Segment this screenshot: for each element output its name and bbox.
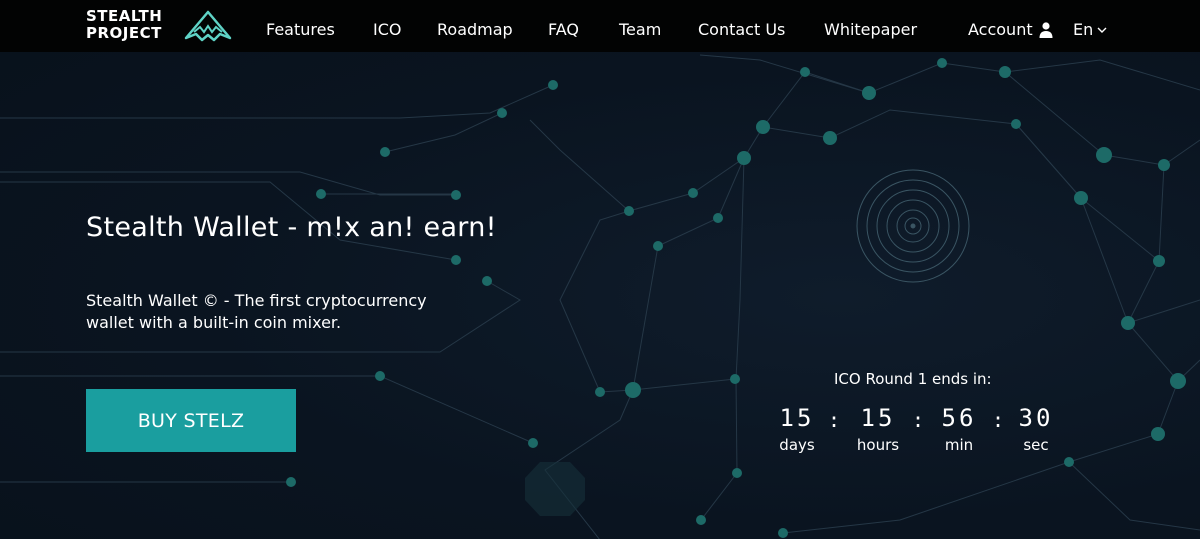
radar-target-icon	[856, 169, 970, 283]
countdown-minutes-unit: min	[944, 436, 974, 454]
user-icon	[1039, 21, 1053, 38]
hero-section: STEALTH PROJECT Features ICO Roadmap FAQ…	[0, 0, 1200, 539]
countdown-seconds: 30 sec	[1006, 404, 1066, 454]
brand-logo[interactable]: STEALTH PROJECT	[86, 8, 236, 44]
account-link[interactable]: Account	[968, 20, 1053, 39]
top-navigation-bar: STEALTH PROJECT Features ICO Roadmap FAQ…	[0, 0, 1200, 52]
hexagon-shape	[525, 462, 585, 516]
countdown-label: ICO Round 1 ends in:	[834, 370, 992, 388]
chevron-down-icon	[1097, 27, 1107, 33]
countdown-minutes: 56 min	[929, 404, 989, 454]
hero-description: Stealth Wallet © - The first cryptocurre…	[86, 291, 427, 332]
countdown-days-unit: days	[779, 436, 815, 454]
countdown-seconds-unit: sec	[1023, 436, 1049, 454]
language-selector[interactable]: En	[1073, 20, 1107, 39]
nav-ico[interactable]: ICO	[373, 20, 401, 39]
nav-faq[interactable]: FAQ	[548, 20, 579, 39]
nav-contact-us[interactable]: Contact Us	[698, 20, 785, 39]
network-background	[0, 54, 1200, 539]
countdown-days: 15 days	[767, 404, 827, 454]
countdown-hours: 15 hours	[848, 404, 908, 454]
nav-roadmap[interactable]: Roadmap	[437, 20, 513, 39]
account-label: Account	[968, 20, 1033, 39]
language-label: En	[1073, 20, 1094, 39]
nav-whitepaper[interactable]: Whitepaper	[824, 20, 917, 39]
countdown-separator: :	[992, 408, 1005, 432]
countdown-hours-unit: hours	[856, 436, 900, 454]
countdown-minutes-value: 56	[941, 404, 977, 432]
countdown-hours-value: 15	[860, 404, 896, 432]
countdown-separator: :	[912, 408, 925, 432]
buy-stelz-button[interactable]: BUY STELZ	[86, 389, 296, 452]
logo-line-2: PROJECT	[86, 24, 162, 42]
stealth-bomber-logo-icon	[184, 10, 232, 42]
countdown-seconds-value: 30	[1018, 404, 1054, 432]
logo-wordmark: STEALTH PROJECT	[86, 8, 162, 42]
hero-title: Stealth Wallet - m!x an! earn!	[86, 212, 497, 243]
countdown-separator: :	[828, 408, 841, 432]
nav-features[interactable]: Features	[266, 20, 335, 39]
countdown-days-value: 15	[779, 404, 815, 432]
logo-line-1: STEALTH	[86, 7, 163, 25]
nav-team[interactable]: Team	[619, 20, 661, 39]
